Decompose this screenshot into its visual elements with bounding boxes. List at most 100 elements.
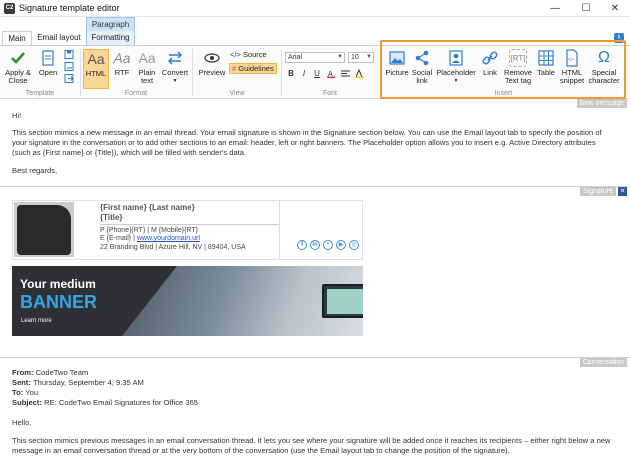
laptop-screen xyxy=(327,289,363,314)
to-label: To: xyxy=(12,388,24,397)
italic-button[interactable]: I xyxy=(299,68,309,79)
chevron-down-icon: ▼ xyxy=(366,54,372,60)
html-aa-icon: Aa xyxy=(87,51,105,67)
guidelines-button[interactable]: # Guidelines xyxy=(229,63,277,74)
source-button[interactable]: </> Source xyxy=(230,50,267,60)
sent-label: Sent: xyxy=(12,378,31,387)
rtf-format-button[interactable]: Aa RTF xyxy=(111,49,133,77)
new-message-body: This section mimics a new message in an … xyxy=(12,128,602,157)
signature-banner[interactable]: Your medium BANNER Learn more xyxy=(12,266,363,336)
convert-arrows-icon xyxy=(167,51,183,65)
sent-value: Thursday, September 4, 9:35 AM xyxy=(32,378,144,387)
close-icon[interactable]: ✕ xyxy=(618,187,627,196)
save-icon[interactable] xyxy=(64,50,75,59)
signature-phone-line: P {Phone}{RT} | M {Mobile}{RT} xyxy=(100,227,198,234)
signature-website-link[interactable]: www.yourdomain.url xyxy=(137,235,200,242)
youtube-icon[interactable]: ▶ xyxy=(336,240,346,250)
preview-label: Preview xyxy=(198,68,226,77)
to-value: You xyxy=(25,388,39,397)
open-label: Open xyxy=(38,68,58,77)
photo-placeholder-shape xyxy=(17,205,71,255)
conversation-section-label: Conversation xyxy=(579,358,627,367)
section-divider xyxy=(0,186,630,187)
signature-title: {Title} xyxy=(100,213,123,222)
laptop-illustration xyxy=(322,284,363,318)
section-divider xyxy=(0,357,630,358)
tab-email-layout[interactable]: Email layout xyxy=(34,31,84,45)
from-value: CodeTwo Team xyxy=(35,368,89,377)
convert-button[interactable]: Convert ▼ xyxy=(161,49,189,85)
source-label: Source xyxy=(242,50,267,59)
open-file-icon xyxy=(42,50,54,66)
view-group-label: View xyxy=(229,90,245,97)
new-message-closing: Best regards, xyxy=(12,166,58,175)
plain-aa-icon: Aa xyxy=(138,50,156,66)
signature-email-line: E {E-mail} | www.yourdomain.url xyxy=(100,235,200,242)
plain-text-label: Plain text xyxy=(138,68,156,85)
font-size-value: 10 xyxy=(351,54,359,61)
minimize-button[interactable]: — xyxy=(540,0,570,17)
font-color-icon[interactable]: A xyxy=(326,69,337,78)
signature-name: {First name} {Last name} xyxy=(100,203,195,212)
signature-address: 22 Branding Blvd | Azure Hill, NV | 8940… xyxy=(100,244,246,251)
instagram-icon[interactable]: ◎ xyxy=(349,240,359,250)
paragraph-align-icon[interactable] xyxy=(340,69,351,78)
font-group-label: Font xyxy=(322,90,337,97)
paragraph-context-header: Paragraph xyxy=(86,17,135,31)
font-name-value: Arial xyxy=(288,54,303,61)
vimeo-icon[interactable]: ᵛ xyxy=(323,240,333,250)
new-message-greeting: Hi! xyxy=(12,111,22,120)
conversation-subject: Subject: RE: CodeTwo Email Signatures fo… xyxy=(12,398,612,408)
signature-vertical-divider xyxy=(279,201,280,259)
window-title: Signature template editor xyxy=(19,3,120,13)
banner-diagonal xyxy=(122,266,177,336)
font-name-select[interactable]: Arial ▼ xyxy=(285,52,345,63)
open-button[interactable]: Open xyxy=(36,49,60,77)
html-format-button[interactable]: Aa HTML xyxy=(83,49,109,89)
banner-line1: Your medium xyxy=(20,277,96,291)
template-group-label: Template xyxy=(25,90,55,97)
conversation-to: To: You xyxy=(12,388,612,398)
export-icon[interactable] xyxy=(64,74,75,83)
maximize-button[interactable]: ☐ xyxy=(571,0,601,17)
signature-divider xyxy=(100,224,279,225)
guidelines-label: Guidelines xyxy=(238,64,274,73)
grid-icon: # xyxy=(232,64,237,73)
eye-icon xyxy=(204,53,220,63)
preview-button[interactable]: Preview xyxy=(197,49,227,77)
tab-formatting[interactable]: Formatting xyxy=(86,31,135,45)
tab-main[interactable]: Main xyxy=(2,31,32,45)
conversation-body: This section mimics previous messages in… xyxy=(12,436,611,455)
rtf-aa-icon: Aa xyxy=(113,50,131,66)
code-brackets-icon: </> xyxy=(230,50,241,59)
signature-block[interactable]: {First name} {Last name} {Title} P {Phon… xyxy=(12,200,363,260)
subject-label: Subject: xyxy=(12,398,42,407)
convert-label: Convert xyxy=(161,68,189,77)
signature-email: E {E-mail} | xyxy=(100,235,137,242)
conversation-sent: Sent: Thursday, September 4, 9:35 AM xyxy=(12,378,612,388)
facebook-icon[interactable]: f xyxy=(297,240,307,250)
apply-close-button[interactable]: Apply & Close xyxy=(3,49,33,85)
chevron-down-icon: ▼ xyxy=(172,78,178,84)
bold-button[interactable]: B xyxy=(286,68,296,79)
close-button[interactable]: ✕ xyxy=(600,0,630,17)
conversation-greeting: Hello, xyxy=(12,418,32,427)
subject-value: RE: CodeTwo Email Signatures for Office … xyxy=(44,398,199,407)
save-as-icon[interactable] xyxy=(64,62,75,71)
underline-button[interactable]: U xyxy=(312,68,322,79)
app-icon: C2 xyxy=(4,3,15,14)
banner-learn-more[interactable]: Learn more xyxy=(21,318,52,324)
title-bar: C2 Signature template editor — ☐ ✕ xyxy=(0,0,630,17)
linkedin-icon[interactable]: in xyxy=(310,240,320,250)
highlight-icon[interactable] xyxy=(354,69,365,78)
checkmark-icon xyxy=(11,52,25,64)
apply-close-label: Apply & Close xyxy=(5,68,31,85)
format-group-label: Format xyxy=(124,90,148,97)
insert-group-highlight xyxy=(380,40,626,99)
conversation-from: From: CodeTwo Team xyxy=(12,368,612,378)
rtf-label: RTF xyxy=(114,68,130,77)
document-area[interactable]: New message Hi! This section mimics a ne… xyxy=(0,99,630,470)
font-size-select[interactable]: 10 ▼ xyxy=(348,52,374,63)
plain-text-button[interactable]: Aa Plain text xyxy=(135,49,159,85)
from-label: From: xyxy=(12,368,34,377)
